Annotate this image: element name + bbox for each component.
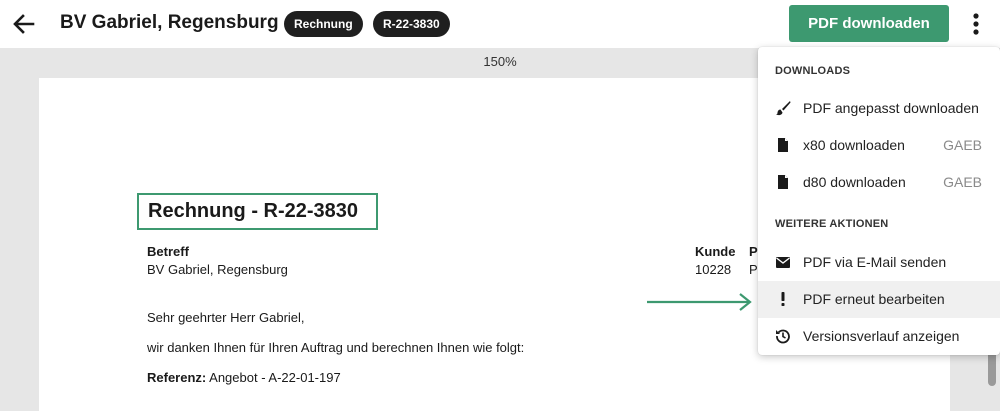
more-vertical-icon xyxy=(973,13,979,35)
actions-dropdown-menu: DOWNLOADS PDF angepasst downloaden x80 d… xyxy=(758,47,1000,355)
exclamation-icon xyxy=(781,292,785,306)
partial-column-value: P xyxy=(749,262,758,277)
format-tag: GAEB xyxy=(943,174,982,190)
betreff-label: Betreff xyxy=(147,244,189,259)
more-options-button[interactable] xyxy=(964,10,988,38)
referenz-label: Referenz: xyxy=(147,370,207,385)
file-icon xyxy=(778,175,788,189)
referenz-line: Referenz: Angebot - A-22-01-197 xyxy=(147,370,341,385)
menu-item-send-email[interactable]: PDF via E-Mail senden xyxy=(758,244,1000,281)
kunde-label: Kunde xyxy=(695,244,736,259)
back-button[interactable] xyxy=(10,10,38,38)
document-number-badge: R-22-3830 xyxy=(373,11,450,37)
menu-item-label: PDF erneut bearbeiten xyxy=(803,291,945,307)
top-bar: BV Gabriel, Regensburg Rechnung R-22-383… xyxy=(0,0,1000,48)
arrow-right-annotation-icon xyxy=(647,293,752,311)
menu-section-downloads: DOWNLOADS xyxy=(775,65,851,77)
partial-column-label: P xyxy=(749,244,758,259)
menu-item-d80-download[interactable]: d80 downloaden GAEB xyxy=(758,164,1000,201)
envelope-icon xyxy=(776,257,790,268)
menu-item-label: PDF via E-Mail senden xyxy=(803,254,947,270)
menu-section-more-actions: WEITERE AKTIONEN xyxy=(775,218,889,230)
menu-item-pdf-custom-download[interactable]: PDF angepasst downloaden xyxy=(758,90,1000,127)
format-tag: GAEB xyxy=(943,137,982,153)
brush-icon xyxy=(776,101,791,116)
heading-highlight-box: Rechnung - R-22-3830 xyxy=(137,193,378,230)
referenz-value: Angebot - A-22-01-197 xyxy=(209,370,341,385)
salutation-text: Sehr geehrter Herr Gabriel, xyxy=(147,310,305,325)
menu-item-label: x80 downloaden xyxy=(803,137,905,153)
menu-item-x80-download[interactable]: x80 downloaden GAEB xyxy=(758,127,1000,164)
intro-text: wir danken Ihnen für Ihren Auftrag und b… xyxy=(147,340,525,355)
pdf-download-button[interactable]: PDF downloaden xyxy=(789,5,949,42)
history-icon xyxy=(776,329,790,344)
page-title: BV Gabriel, Regensburg xyxy=(60,12,279,33)
menu-item-label: PDF angepasst downloaden xyxy=(803,100,979,116)
menu-item-edit-pdf[interactable]: PDF erneut bearbeiten xyxy=(758,281,1000,318)
menu-item-version-history[interactable]: Versionsverlauf anzeigen xyxy=(758,318,1000,355)
kunde-value: 10228 xyxy=(695,262,732,277)
document-type-badge: Rechnung xyxy=(284,11,363,37)
betreff-value: BV Gabriel, Regensburg xyxy=(147,262,288,277)
arrow-left-icon xyxy=(13,14,35,34)
file-icon xyxy=(778,138,788,152)
document-heading: Rechnung - R-22-3830 xyxy=(148,200,359,222)
menu-item-label: d80 downloaden xyxy=(803,174,906,190)
menu-item-label: Versionsverlauf anzeigen xyxy=(803,328,960,344)
zoom-level: 150% xyxy=(483,54,517,69)
